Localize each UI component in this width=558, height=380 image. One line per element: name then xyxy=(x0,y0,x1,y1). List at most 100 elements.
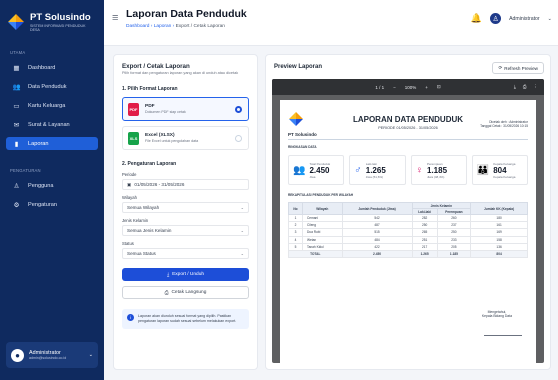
breadcrumb-laporan[interactable]: Laporan xyxy=(154,24,172,29)
card-value: 1.185 xyxy=(427,165,448,175)
printer-icon[interactable]: ⎙ xyxy=(523,84,527,90)
cell-female: 237 xyxy=(436,221,472,230)
card-value: 2.450 xyxy=(309,165,330,175)
cell-male: 1.265 xyxy=(411,249,438,259)
export-title: Export / Cetak Laporan xyxy=(122,63,190,70)
male-icon: ♂ xyxy=(354,164,362,176)
notification-icon[interactable]: 🔔 xyxy=(471,13,482,24)
user-profile[interactable]: ● Administrator admin@solusindo.co.id ⌄ xyxy=(6,342,98,368)
cell-region: Cileng xyxy=(302,221,343,230)
format-name: PDF xyxy=(145,104,155,109)
sidebar-item-surat-layanan[interactable]: ✉ Surat & Layanan xyxy=(6,118,98,131)
region-label: Wilayah xyxy=(122,195,137,200)
chevron-down-icon: ⌄ xyxy=(88,352,93,358)
more-icon[interactable]: ⋮ xyxy=(534,84,539,90)
cell-total: 542 xyxy=(341,213,413,223)
sidebar-item-pengguna[interactable]: ♙ Pengguna xyxy=(6,179,98,192)
export-button[interactable]: ⤓ Export / Unduh xyxy=(122,268,249,281)
info-text: Laporan akan diunduh sesuai format yang … xyxy=(138,314,237,323)
chevron-down-icon: ⌄ xyxy=(240,251,244,256)
download-icon: ⤓ xyxy=(166,272,170,278)
period-value: 01/05/2026 - 31/05/2026 xyxy=(134,182,185,187)
chevron-down-icon: ⌄ xyxy=(240,205,244,210)
mail-icon: ✉ xyxy=(13,121,20,129)
fit-page-icon[interactable]: ⊡ xyxy=(437,84,441,90)
sidebar-item-pengaturan[interactable]: ⚙ Pengaturan xyxy=(6,198,98,211)
summary-card-kk: 👪 Kepala Keluarga 804 Kepala Keluarga xyxy=(471,155,528,185)
format-option-excel[interactable]: XLS Excel (XLSX) File Excel untuk pengola… xyxy=(122,126,249,150)
menu-icon[interactable]: ≡ xyxy=(112,12,118,24)
export-button-label: Export / Unduh xyxy=(172,272,205,277)
sidebar-item-label: Laporan xyxy=(28,140,49,147)
card-sub: Jiwa xyxy=(309,174,316,179)
chart-icon: ▮ xyxy=(14,140,19,148)
brand[interactable]: PT Solusindo SISTEM INFORMASI PENDUDUK D… xyxy=(0,0,104,34)
chevron-down-icon: ⌄ xyxy=(240,228,244,233)
cell-male: 282 xyxy=(411,213,438,223)
section-label-admin: PENGATURAN xyxy=(10,168,41,173)
radio-excel[interactable] xyxy=(235,135,242,142)
table-row: 5 Tanah Kidul 422 217 205 136 xyxy=(288,242,528,251)
info-box: i Laporan akan diunduh sesuai format yang… xyxy=(122,309,249,329)
refresh-preview-button[interactable]: ⟳ Refresh Preview xyxy=(492,62,544,74)
download-icon[interactable]: ⤓ xyxy=(514,84,516,90)
sidebar-item-dashboard[interactable]: ▦ Dashboard xyxy=(6,61,98,74)
cell-no: 4 xyxy=(288,235,303,244)
table-row: 4 Wetan 484 251 233 158 xyxy=(288,235,528,244)
pdf-file-icon: PDF xyxy=(128,102,139,116)
doc-print-date: Tanggal Cetak : 31/05/2026 10:15 xyxy=(480,124,528,129)
sidebar-item-data-penduduk[interactable]: 👥 Data Penduduk xyxy=(6,80,98,93)
print-button[interactable]: ⎙ Cetak Langsung xyxy=(122,286,249,299)
card-label: Kepala Keluarga xyxy=(493,161,516,166)
sidebar-item-laporan[interactable]: ▮ Laporan xyxy=(6,137,98,150)
cell-no: 2 xyxy=(288,221,303,230)
pdf-viewer[interactable]: 1 / 1 − 100% + ⊡ ⤓ ⎙ ⋮ PT Solusindo LAPORA… xyxy=(272,79,544,363)
gender-select[interactable]: Semua Jenis Kelamin ⌄ xyxy=(122,225,249,236)
gear-icon: ⚙ xyxy=(13,201,20,209)
format-desc: File Excel untuk pengolahan data xyxy=(145,139,199,143)
export-subtitle: Pilih format dan pengaturan laporan yang… xyxy=(122,71,239,75)
header-user-name[interactable]: Administrator xyxy=(509,16,540,22)
signature-line xyxy=(484,335,522,336)
cell-female: 250 xyxy=(436,228,472,237)
cell-region: Tanah Kidul xyxy=(302,242,343,251)
user-icon: ♙ xyxy=(13,182,20,190)
region-select[interactable]: Semua Wilayah ⌄ xyxy=(122,202,249,213)
cell-female: 1.185 xyxy=(436,249,472,259)
doc-company: PT Solusindo xyxy=(288,132,317,137)
sidebar-item-label: Pengguna xyxy=(28,182,54,189)
cell-kk: 169 xyxy=(470,228,528,237)
card-value: 1.265 xyxy=(365,165,386,175)
user-email: admin@solusindo.co.id xyxy=(29,356,67,360)
period-field[interactable]: ▣ 01/05/2026 - 31/05/2026 xyxy=(122,179,249,190)
radio-pdf[interactable] xyxy=(235,106,242,113)
card-sub: Jiwa (48,4%) xyxy=(427,174,445,179)
breadcrumb-dashboard[interactable]: Dashboard xyxy=(126,24,149,29)
zoom-in-icon[interactable]: + xyxy=(425,85,428,90)
table-label: REKAPITULASI PENDUDUK PER WILAYAH xyxy=(288,193,354,197)
format-name: Excel (XLSX) xyxy=(145,133,175,138)
divider xyxy=(288,139,528,140)
sidebar-item-label: Pengaturan xyxy=(28,201,57,208)
zoom-out-icon[interactable]: − xyxy=(393,85,396,90)
table-row: 2 Cileng 487 250 237 161 xyxy=(288,221,528,230)
printer-icon: ⎙ xyxy=(164,290,169,296)
format-option-pdf[interactable]: PDF PDF Dokumen PDF siap cetak xyxy=(122,97,249,121)
card-sub: Kepala Keluarga xyxy=(493,174,516,179)
user-icon[interactable]: ♙ xyxy=(490,13,502,24)
users-icon: 👥 xyxy=(12,83,21,91)
status-select[interactable]: Semua Status ⌄ xyxy=(122,248,249,259)
card-icon: ▭ xyxy=(13,102,20,110)
female-icon: ♀ xyxy=(415,164,424,176)
export-panel: Export / Cetak Laporan Pilih format dan … xyxy=(113,54,258,370)
chevron-down-icon[interactable]: ⌄ xyxy=(548,16,552,22)
topbar: ≡ Laporan Data Penduduk Dashboard › Lapo… xyxy=(104,0,558,46)
sidebar-item-kartu-keluarga[interactable]: ▭ Kartu Keluarga xyxy=(6,99,98,112)
gender-label: Jenis Kelamin xyxy=(122,218,149,223)
cell-male: 217 xyxy=(411,242,438,251)
table-row: 3 Dua Rubi 515 265 250 169 xyxy=(288,228,528,237)
table-header: Jumlah KK (Kepala) xyxy=(470,202,528,215)
family-icon: 👪 xyxy=(476,164,490,176)
calendar-icon: ▣ xyxy=(127,181,132,187)
print-button-label: Cetak Langsung xyxy=(171,290,207,295)
